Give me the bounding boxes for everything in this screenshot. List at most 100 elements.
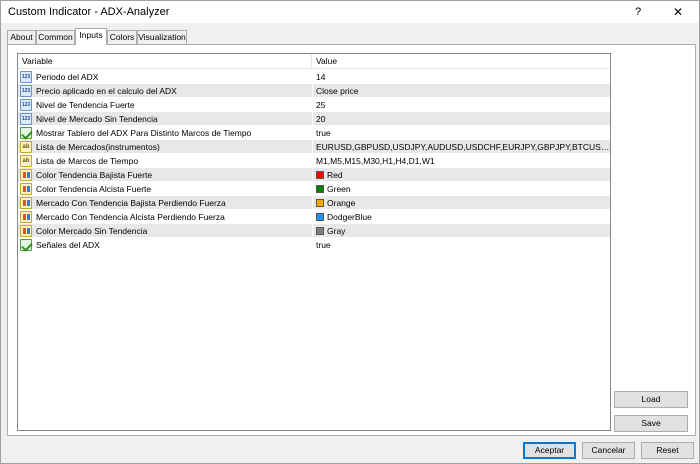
param-value: Close price bbox=[316, 86, 359, 96]
param-name-cell: Color Tendencia Bajista Fuerte bbox=[18, 168, 312, 182]
color-param-icon bbox=[20, 183, 32, 195]
param-value-cell[interactable]: 14 bbox=[312, 70, 610, 84]
param-value-cell[interactable]: 25 bbox=[312, 98, 610, 112]
param-name: Lista de Marcos de Tiempo bbox=[36, 156, 139, 166]
param-value-cell[interactable]: Red bbox=[312, 168, 610, 182]
param-value: M1,M5,M15,M30,H1,H4,D1,W1 bbox=[316, 156, 435, 166]
param-value-cell[interactable]: M1,M5,M15,M30,H1,H4,D1,W1 bbox=[312, 154, 610, 168]
param-name-cell: Mostrar Tablero del ADX Para Distinto Ma… bbox=[18, 126, 312, 140]
param-value-cell[interactable]: true bbox=[312, 126, 610, 140]
param-value-cell[interactable]: DodgerBlue bbox=[312, 210, 610, 224]
param-row[interactable]: Mercado Con Tendencia Alcista Perdiendo … bbox=[18, 210, 610, 224]
title-bar[interactable]: Custom Indicator - ADX-Analyzer ? ✕ bbox=[1, 1, 699, 23]
tab-common[interactable]: Common bbox=[36, 30, 75, 45]
accept-button[interactable]: Aceptar bbox=[523, 442, 576, 459]
inputs-panel: Variable Value 123 Periodo del ADX 14 123 Pr… bbox=[7, 44, 696, 436]
param-row[interactable]: 123 Nivel de Tendencia Fuerte 25 bbox=[18, 98, 610, 112]
save-button[interactable]: Save bbox=[614, 415, 688, 432]
tab-about[interactable]: About bbox=[7, 30, 36, 45]
param-value-cell[interactable]: Close price bbox=[312, 84, 610, 98]
color-swatch bbox=[316, 185, 324, 193]
param-name-cell: 123 Nivel de Tendencia Fuerte bbox=[18, 98, 312, 112]
color-param-icon bbox=[20, 211, 32, 223]
param-name-cell: Señales del ADX bbox=[18, 238, 312, 252]
param-name-cell: ab Lista de Mercados(instrumentos) bbox=[18, 140, 312, 154]
load-button[interactable]: Load bbox=[614, 391, 688, 408]
param-value-cell[interactable]: Gray bbox=[312, 224, 610, 238]
param-row[interactable]: 123 Precio aplicado en el calculo del ADX… bbox=[18, 84, 610, 98]
param-name-cell: ab Lista de Marcos de Tiempo bbox=[18, 154, 312, 168]
param-row[interactable]: ab Lista de Mercados(instrumentos) EURUSD,… bbox=[18, 140, 610, 154]
param-name: Periodo del ADX bbox=[36, 72, 99, 82]
close-button[interactable]: ✕ bbox=[665, 3, 691, 21]
param-value: EURUSD,GBPUSD,USDJPY,AUDUSD,USDCHF,EURJP… bbox=[316, 142, 610, 152]
window-title: Custom Indicator - ADX-Analyzer bbox=[8, 6, 170, 18]
color-swatch bbox=[316, 171, 324, 179]
param-name: Color Tendencia Alcista Fuerte bbox=[36, 184, 152, 194]
param-row[interactable]: Mostrar Tablero del ADX Para Distinto Ma… bbox=[18, 126, 610, 140]
int-param-icon: 123 bbox=[20, 71, 32, 83]
param-value: true bbox=[316, 128, 331, 138]
bool-param-icon bbox=[20, 127, 32, 139]
param-row[interactable]: 123 Nivel de Mercado Sin Tendencia 20 bbox=[18, 112, 610, 126]
param-value-cell[interactable]: Orange bbox=[312, 196, 610, 210]
param-value-cell[interactable]: Green bbox=[312, 182, 610, 196]
param-name: Mercado Con Tendencia Alcista Perdiendo … bbox=[36, 212, 225, 222]
param-row[interactable]: Color Tendencia Bajista Fuerte Red bbox=[18, 168, 610, 182]
param-value: 20 bbox=[316, 114, 326, 124]
param-value-cell[interactable]: 20 bbox=[312, 112, 610, 126]
column-header-value[interactable]: Value bbox=[312, 54, 610, 69]
param-value: 25 bbox=[316, 100, 326, 110]
param-name: Lista de Mercados(instrumentos) bbox=[36, 142, 160, 152]
string-param-icon: ab bbox=[20, 141, 32, 153]
param-row[interactable]: Mercado Con Tendencia Bajista Perdiendo … bbox=[18, 196, 610, 210]
param-row[interactable]: Color Tendencia Alcista Fuerte Green bbox=[18, 182, 610, 196]
param-name: Mercado Con Tendencia Bajista Perdiendo … bbox=[36, 198, 226, 208]
reset-button[interactable]: Reset bbox=[641, 442, 694, 459]
param-name-cell: Color Tendencia Alcista Fuerte bbox=[18, 182, 312, 196]
param-row[interactable]: Señales del ADX true bbox=[18, 238, 610, 252]
param-name: Mostrar Tablero del ADX Para Distinto Ma… bbox=[36, 128, 252, 138]
param-name: Señales del ADX bbox=[36, 240, 100, 250]
color-param-icon bbox=[20, 169, 32, 181]
inputs-grid: Variable Value 123 Periodo del ADX 14 123 Pr… bbox=[17, 53, 611, 431]
param-name-cell: 123 Precio aplicado en el calculo del ADX bbox=[18, 84, 312, 98]
column-header-variable[interactable]: Variable bbox=[18, 54, 312, 69]
param-row[interactable]: 123 Periodo del ADX 14 bbox=[18, 70, 610, 84]
color-swatch bbox=[316, 213, 324, 221]
param-value-cell[interactable]: true bbox=[312, 238, 610, 252]
param-value-cell[interactable]: EURUSD,GBPUSD,USDJPY,AUDUSD,USDCHF,EURJP… bbox=[312, 140, 610, 154]
param-value: DodgerBlue bbox=[327, 212, 372, 222]
param-name: Color Tendencia Bajista Fuerte bbox=[36, 170, 153, 180]
param-name: Nivel de Mercado Sin Tendencia bbox=[36, 114, 158, 124]
dialog-window: Custom Indicator - ADX-Analyzer ? ✕ Abou… bbox=[0, 0, 700, 464]
cancel-button[interactable]: Cancelar bbox=[582, 442, 635, 459]
param-value: Green bbox=[327, 184, 351, 194]
param-value: Orange bbox=[327, 198, 356, 208]
int-param-icon: 123 bbox=[20, 113, 32, 125]
param-name: Precio aplicado en el calculo del ADX bbox=[36, 86, 177, 96]
param-name-cell: 123 Periodo del ADX bbox=[18, 70, 312, 84]
param-value: Red bbox=[327, 170, 343, 180]
param-value: Gray bbox=[327, 226, 346, 236]
param-name-cell: Color Mercado Sin Tendencia bbox=[18, 224, 312, 238]
tab-colors[interactable]: Colors bbox=[107, 30, 137, 45]
param-name-cell: Mercado Con Tendencia Bajista Perdiendo … bbox=[18, 196, 312, 210]
tab-visualization[interactable]: Visualization bbox=[137, 30, 187, 45]
param-value: 14 bbox=[316, 72, 326, 82]
param-name: Nivel de Tendencia Fuerte bbox=[36, 100, 135, 110]
param-row[interactable]: Color Mercado Sin Tendencia Gray bbox=[18, 224, 610, 238]
color-param-icon bbox=[20, 197, 32, 209]
help-button[interactable]: ? bbox=[625, 3, 651, 21]
bool-param-icon bbox=[20, 239, 32, 251]
param-name: Color Mercado Sin Tendencia bbox=[36, 226, 148, 236]
int-param-icon: 123 bbox=[20, 85, 32, 97]
param-row[interactable]: ab Lista de Marcos de Tiempo M1,M5,M15,M30… bbox=[18, 154, 610, 168]
color-swatch bbox=[316, 199, 324, 207]
param-name-cell: 123 Nivel de Mercado Sin Tendencia bbox=[18, 112, 312, 126]
string-param-icon: ab bbox=[20, 155, 32, 167]
color-param-icon bbox=[20, 225, 32, 237]
int-param-icon: 123 bbox=[20, 99, 32, 111]
tab-inputs[interactable]: Inputs bbox=[75, 28, 107, 45]
param-value: true bbox=[316, 240, 331, 250]
